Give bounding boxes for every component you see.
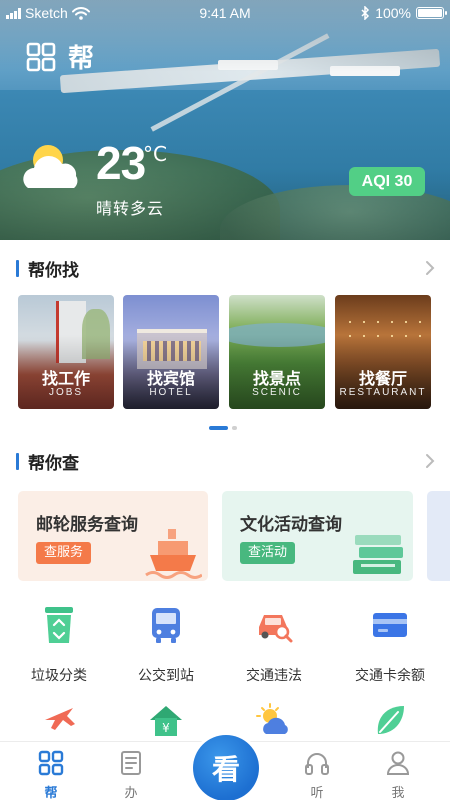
service-weather[interactable] bbox=[218, 700, 330, 740]
query-card-title: 邮轮服务查询 bbox=[36, 515, 138, 535]
service-garbage-sorting[interactable]: 垃圾分类 bbox=[3, 605, 115, 685]
books-icon bbox=[353, 535, 403, 574]
service-label: 交通违法 bbox=[246, 668, 302, 684]
leaf-icon bbox=[377, 706, 404, 734]
find-card-label: 找宾馆 bbox=[146, 369, 195, 388]
tab-label: 听 bbox=[310, 786, 324, 800]
query-card-button[interactable]: 查服务 bbox=[36, 542, 92, 564]
hero-banner: Sketch 9:41 AM 100% 帮 23 °C 晴转多云 AQI 30 bbox=[0, 0, 450, 240]
query-card-culture[interactable]: 文化活动查询 查活动 bbox=[222, 491, 413, 581]
app-grid-icon bbox=[26, 42, 56, 71]
aqi-badge[interactable]: AQI 30 bbox=[349, 167, 425, 196]
find-card-sub: RESTAURANT bbox=[339, 387, 427, 398]
hero-shade bbox=[0, 0, 450, 240]
query-card-title: 文化活动查询 bbox=[240, 515, 342, 535]
section-accent-bar bbox=[16, 452, 19, 470]
section-accent-bar bbox=[16, 259, 19, 277]
find-section-header[interactable]: 帮你找 bbox=[16, 256, 436, 281]
status-bar: Sketch 9:41 AM 100% bbox=[0, 0, 450, 26]
app-title: 帮 bbox=[68, 44, 97, 74]
battery-icon bbox=[416, 7, 447, 19]
tab-label: 办 bbox=[124, 786, 138, 800]
section-title: 帮你找 bbox=[28, 260, 79, 281]
service-label: 垃圾分类 bbox=[31, 668, 87, 684]
cruise-ship-icon bbox=[145, 529, 202, 579]
recycle-bin-icon bbox=[45, 607, 73, 643]
tab-label: 帮 bbox=[44, 786, 58, 800]
battery-percent: 100% bbox=[375, 5, 411, 21]
grid-icon bbox=[38, 750, 64, 776]
status-right: 100% bbox=[361, 5, 447, 21]
headphones-icon bbox=[305, 753, 329, 775]
sun-cloud-icon bbox=[256, 703, 288, 734]
tab-wo[interactable]: 我 bbox=[368, 750, 428, 800]
query-card-cruise[interactable]: 邮轮服务查询 查服务 bbox=[18, 491, 208, 581]
pager-dot[interactable] bbox=[232, 426, 237, 430]
find-card-label: 找工作 bbox=[41, 369, 90, 388]
find-card-sub: SCENIC bbox=[252, 387, 302, 398]
find-card-scenic[interactable]: 找景点 SCENIC bbox=[229, 295, 325, 409]
service-label: 交通卡余额 bbox=[355, 668, 425, 684]
service-traffic-violation[interactable]: 交通违法 bbox=[218, 605, 330, 685]
bluetooth-icon bbox=[361, 6, 370, 20]
service-housing-fund[interactable]: ¥ bbox=[110, 700, 222, 740]
tab-bang[interactable]: 帮 bbox=[21, 750, 81, 800]
section-title: 帮你查 bbox=[28, 453, 79, 474]
airplane-icon bbox=[45, 708, 75, 730]
battery-level bbox=[418, 9, 442, 17]
transit-card-icon bbox=[373, 613, 407, 637]
temperature-display: 23 °C bbox=[96, 137, 167, 189]
document-icon bbox=[121, 751, 141, 775]
chevron-right-icon[interactable] bbox=[424, 452, 436, 470]
tab-label: 我 bbox=[391, 786, 405, 800]
tab-kan-center-button[interactable]: 看 bbox=[193, 735, 259, 800]
user-icon bbox=[386, 751, 410, 775]
find-card-hotel[interactable]: 找宾馆 HOTEL bbox=[123, 295, 219, 409]
find-card-sub: JOBS bbox=[48, 387, 84, 398]
home-screen: Sketch 9:41 AM 100% 帮 23 °C 晴转多云 AQI 30 … bbox=[0, 0, 450, 800]
carousel-pager bbox=[209, 426, 237, 430]
query-card-next[interactable] bbox=[427, 491, 450, 581]
temperature-value: 23 bbox=[96, 137, 146, 189]
find-card-jobs[interactable]: 找工作 JOBS bbox=[18, 295, 114, 409]
service-flight[interactable] bbox=[3, 700, 115, 740]
partly-cloudy-icon bbox=[23, 145, 78, 188]
find-cards: 找工作 JOBS 找宾馆 HOTEL 找景点 SCENIC 找餐厅 RESTAU… bbox=[18, 295, 438, 409]
bus-icon bbox=[152, 608, 180, 643]
weather-description: 晴转多云 bbox=[96, 199, 165, 218]
app-logo: 帮 bbox=[26, 38, 96, 75]
temperature-unit: °C bbox=[143, 142, 167, 166]
service-bus-arrival[interactable]: 公交到站 bbox=[110, 605, 222, 685]
find-card-label: 找餐厅 bbox=[358, 369, 407, 388]
chevron-right-icon[interactable] bbox=[424, 259, 436, 277]
center-logo-icon: 看 bbox=[211, 753, 240, 786]
query-section-header[interactable]: 帮你查 bbox=[16, 449, 436, 474]
service-environment[interactable] bbox=[334, 700, 446, 740]
find-card-sub: HOTEL bbox=[149, 387, 193, 398]
query-cards: 邮轮服务查询 查服务 文化活动查询 查活动 bbox=[18, 491, 450, 581]
find-card-label: 找景点 bbox=[252, 369, 301, 388]
query-card-button[interactable]: 查活动 bbox=[240, 542, 296, 564]
pager-dot-active[interactable] bbox=[209, 426, 228, 430]
svg-text:¥: ¥ bbox=[162, 721, 170, 735]
tab-ting[interactable]: 听 bbox=[287, 750, 347, 800]
car-search-icon bbox=[259, 615, 293, 643]
find-card-restaurant[interactable]: 找餐厅 RESTAURANT bbox=[335, 295, 431, 409]
service-transit-card[interactable]: 交通卡余额 bbox=[334, 605, 446, 685]
service-label: 公交到站 bbox=[138, 668, 194, 684]
house-money-icon: ¥ bbox=[150, 706, 182, 736]
tab-ban[interactable]: 办 bbox=[101, 750, 161, 800]
